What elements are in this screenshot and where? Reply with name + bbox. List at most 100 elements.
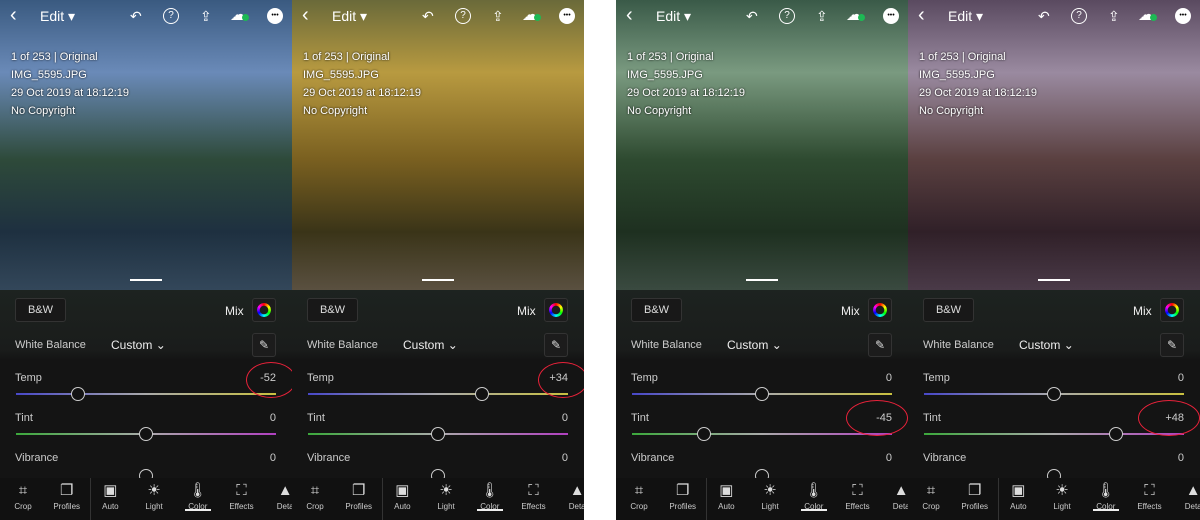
tool-effects[interactable]: ⛶ Effects [836,480,880,511]
more-icon[interactable]: ••• [883,8,899,24]
photo[interactable] [616,0,908,290]
white-balance-dropdown[interactable]: Custom ⌄ [727,338,782,352]
tool-effects[interactable]: ⛶ Effects [220,480,264,511]
temp-slider[interactable] [308,393,568,395]
tool-effects[interactable]: ⛶ Effects [1128,480,1172,511]
cloud-sync-icon[interactable]: ☁ [1138,5,1157,25]
tool-profiles[interactable]: ❐ Profiles [953,480,997,511]
back-icon[interactable]: ‹ [626,4,633,27]
share-icon[interactable]: ⇪ [492,8,504,25]
back-icon[interactable]: ‹ [10,4,17,27]
white-balance-dropdown[interactable]: Custom ⌄ [403,338,458,352]
tool-crop[interactable]: ⌗ Crop [909,480,953,511]
eyedropper-button[interactable]: ✎ [544,333,568,357]
temp-slider[interactable] [16,393,276,395]
edit-menu[interactable]: Edit ▾ [948,8,983,25]
tool-auto[interactable]: ▣ Auto [88,480,132,511]
tint-slider-handle[interactable] [1109,427,1124,441]
tool-light[interactable]: ☀ Light [424,480,468,511]
back-icon[interactable]: ‹ [918,4,925,27]
help-icon[interactable]: ? [779,8,795,24]
share-icon[interactable]: ⇪ [1108,8,1120,25]
light-icon: ☀ [763,482,777,499]
temp-label: Temp [923,372,950,384]
tool-crop[interactable]: ⌗ Crop [1,480,45,511]
photo[interactable] [908,0,1200,290]
tool-auto[interactable]: ▣ Auto [704,480,748,511]
top-bar: ‹ Edit ▾ ↶ ? ⇪ ☁ ••• [0,4,292,28]
tint-slider-handle[interactable] [139,427,153,441]
temp-slider-handle[interactable] [1047,387,1061,401]
more-icon[interactable]: ••• [1175,8,1191,24]
tool-deta[interactable]: ▲ Deta [879,480,908,511]
cloud-sync-icon[interactable]: ☁ [522,5,541,25]
tint-label: Tint [923,412,941,424]
bw-button[interactable]: B&W [923,298,974,322]
vibrance-label: Vibrance [307,452,351,464]
tool-auto[interactable]: ▣ Auto [996,480,1040,511]
edit-menu[interactable]: Edit ▾ [40,8,75,25]
color-mix-button[interactable] [868,298,892,322]
tool-crop[interactable]: ⌗ Crop [293,480,337,511]
temp-slider-handle[interactable] [71,387,86,401]
color-mix-button[interactable] [252,298,276,322]
share-icon[interactable]: ⇪ [200,8,212,25]
temp-slider-handle[interactable] [755,387,769,401]
bw-button[interactable]: B&W [15,298,66,322]
tool-color[interactable]: 🌡 Color [176,480,220,511]
help-icon[interactable]: ? [455,8,471,24]
bw-button[interactable]: B&W [631,298,682,322]
tint-slider[interactable] [924,433,1184,435]
more-icon[interactable]: ••• [559,8,575,24]
detail-icon: ▲ [569,482,584,499]
white-balance-dropdown[interactable]: Custom ⌄ [111,338,166,352]
cloud-sync-icon[interactable]: ☁ [230,5,249,25]
tool-effects[interactable]: ⛶ Effects [512,480,556,511]
photo[interactable] [0,0,292,290]
undo-icon[interactable]: ↶ [746,8,758,25]
help-icon[interactable]: ? [163,8,179,24]
temp-slider-handle[interactable] [475,387,490,401]
undo-icon[interactable]: ↶ [130,8,142,25]
tool-deta[interactable]: ▲ Deta [263,480,292,511]
color-mix-button[interactable] [544,298,568,322]
chevron-down-icon: ⌄ [771,338,782,352]
vibrance-label: Vibrance [15,452,59,464]
auto-icon: ▣ [719,482,734,499]
tool-color[interactable]: 🌡 Color [468,480,512,511]
share-icon[interactable]: ⇪ [816,8,828,25]
eyedropper-button[interactable]: ✎ [252,333,276,357]
auto-icon: ▣ [395,482,410,499]
more-icon[interactable]: ••• [267,8,283,24]
cloud-sync-icon[interactable]: ☁ [846,5,865,25]
tool-auto[interactable]: ▣ Auto [380,480,424,511]
eyedropper-button[interactable]: ✎ [1160,333,1184,357]
photo[interactable] [292,0,584,290]
tint-slider[interactable] [632,433,892,435]
photo-info: 1 of 253 | Original IMG_5595.JPG 29 Oct 2… [919,51,1038,117]
edit-menu[interactable]: Edit ▾ [332,8,367,25]
undo-icon[interactable]: ↶ [422,8,434,25]
eyedropper-button[interactable]: ✎ [868,333,892,357]
tool-deta[interactable]: ▲ Deta [1171,480,1200,511]
tool-color[interactable]: 🌡 Color [792,480,836,511]
edit-menu[interactable]: Edit ▾ [656,8,691,25]
tool-crop[interactable]: ⌗ Crop [617,480,661,511]
tool-profiles[interactable]: ❐ Profiles [337,480,381,511]
help-icon[interactable]: ? [1071,8,1087,24]
bw-button[interactable]: B&W [307,298,358,322]
color-mix-button[interactable] [1160,298,1184,322]
back-icon[interactable]: ‹ [302,4,309,27]
tool-profiles[interactable]: ❐ Profiles [661,480,705,511]
tint-slider-handle[interactable] [431,427,445,441]
temp-label: Temp [307,372,334,384]
white-balance-dropdown[interactable]: Custom ⌄ [1019,338,1074,352]
tool-color[interactable]: 🌡 Color [1084,480,1128,511]
tool-deta[interactable]: ▲ Deta [555,480,584,511]
tool-profiles[interactable]: ❐ Profiles [45,480,89,511]
tool-light[interactable]: ☀ Light [132,480,176,511]
tint-slider-handle[interactable] [696,427,711,441]
undo-icon[interactable]: ↶ [1038,8,1050,25]
tool-light[interactable]: ☀ Light [1040,480,1084,511]
tool-light[interactable]: ☀ Light [748,480,792,511]
